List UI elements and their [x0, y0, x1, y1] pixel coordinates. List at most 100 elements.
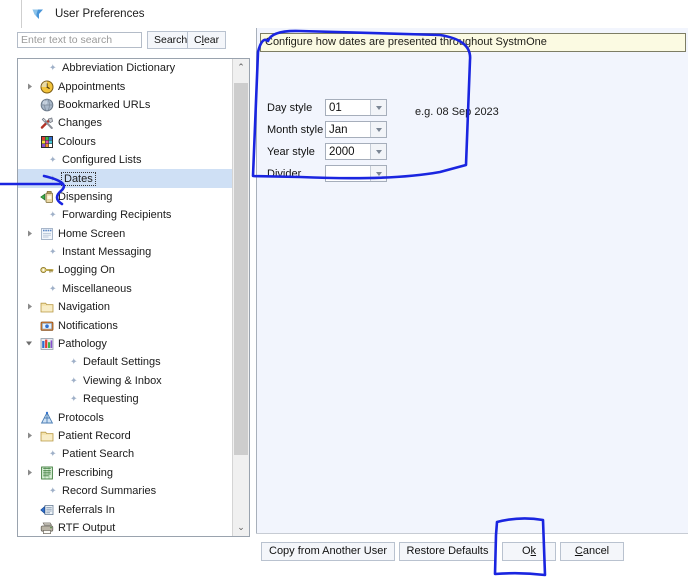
search-input[interactable] [17, 32, 142, 48]
field-label: Month style [267, 123, 324, 136]
tree-item-label: Dispensing [58, 190, 113, 203]
combo-value: Jan [329, 123, 348, 136]
field-label: Divider [267, 167, 302, 180]
chevron-down-icon[interactable] [370, 122, 386, 137]
bullet-icon: ✦ [70, 356, 78, 367]
tree-item-default-settings[interactable]: ✦ Default Settings [18, 353, 233, 371]
preferences-tree[interactable]: ✦ Abbreviation Dictionary Appointments Book… [18, 59, 233, 536]
field-label: Day style [267, 101, 313, 114]
tree-item-label: Protocols [58, 411, 104, 424]
scroll-up-icon[interactable]: ⌃ [233, 59, 249, 76]
expander-closed-icon[interactable] [26, 229, 35, 238]
tree-item-colours[interactable]: Colours [18, 133, 233, 151]
combo-value: 01 [329, 101, 342, 114]
tree-item-viewing-inbox[interactable]: ✦ Viewing & Inbox [18, 372, 233, 390]
tree-item-label: Home Screen [58, 227, 126, 240]
ok-button[interactable]: Ok [502, 542, 556, 561]
tree-item-label: Forwarding Recipients [62, 209, 172, 222]
bullet-icon: ✦ [49, 154, 57, 165]
expander-closed-icon[interactable] [26, 82, 35, 91]
tree-item-abbreviation-dictionary[interactable]: ✦ Abbreviation Dictionary [18, 59, 233, 77]
tree-item-label: Miscellaneous [62, 282, 132, 295]
tree-item-dates[interactable]: ✦ Dates [18, 169, 233, 188]
tree-item-pathology[interactable]: Pathology [18, 335, 233, 353]
chevron-down-icon[interactable] [370, 100, 386, 115]
tree-item-patient-record[interactable]: Patient Record [18, 427, 233, 445]
tree-item-label: Notifications [58, 319, 118, 332]
tree-item-prescribing[interactable]: Prescribing [18, 464, 233, 482]
printer-icon [40, 521, 54, 535]
bullet-icon: ✦ [49, 173, 57, 184]
tree-item-changes[interactable]: Changes [18, 114, 233, 132]
tree-item-label: Default Settings [83, 356, 161, 369]
copy-from-another-user-button[interactable]: Copy from Another User [261, 542, 395, 561]
combo-month-style[interactable]: Jan [325, 121, 387, 138]
funnel-icon [30, 6, 46, 22]
tree-item-referrals-in[interactable]: Referrals In [18, 500, 233, 518]
tree-item-home-screen[interactable]: Home Screen [18, 225, 233, 243]
tree-item-rtf-output[interactable]: RTF Output [18, 519, 233, 536]
title-divider [21, 0, 22, 28]
bullet-icon: ✦ [49, 448, 57, 459]
tree-scrollbar[interactable]: ⌃ ⌄ [232, 59, 249, 536]
combo-divider[interactable] [325, 165, 387, 182]
chevron-down-icon[interactable] [370, 144, 386, 159]
tree-item-dispensing[interactable]: Dispensing [18, 188, 233, 206]
tree-item-label: Dates [61, 171, 96, 186]
scroll-down-icon[interactable]: ⌄ [233, 519, 249, 536]
combo-year-style[interactable]: 2000 [325, 143, 387, 160]
date-example-text: e.g. 08 Sep 2023 [415, 106, 499, 118]
tree-item-instant-messaging[interactable]: ✦ Instant Messaging [18, 243, 233, 261]
clock-icon [40, 80, 54, 94]
tree-item-appointments[interactable]: Appointments [18, 77, 233, 95]
clear-button[interactable]: Clear [187, 31, 227, 49]
window-title: User Preferences [55, 8, 145, 20]
tree-item-label: Referrals In [58, 503, 115, 516]
tree-item-record-summaries[interactable]: ✦ Record Summaries [18, 482, 233, 500]
tree-item-navigation[interactable]: Navigation [18, 298, 233, 316]
tree-item-forwarding-recipients[interactable]: ✦ Forwarding Recipients [18, 206, 233, 224]
folder-icon [40, 429, 54, 443]
tree-item-protocols[interactable]: Protocols [18, 408, 233, 426]
tree-item-miscellaneous[interactable]: ✦ Miscellaneous [18, 280, 233, 298]
notification-icon [40, 319, 54, 333]
tools-icon [40, 116, 54, 130]
tree-item-label: Logging On [58, 264, 115, 277]
protocols-icon [40, 411, 54, 425]
field-row: Month style Jan [267, 120, 387, 139]
tree-item-configured-lists[interactable]: ✦ Configured Lists [18, 151, 233, 169]
chevron-down-icon[interactable] [370, 166, 386, 181]
window-bottom-chrome [0, 543, 256, 577]
tree-item-bookmarked-urls[interactable]: Bookmarked URLs [18, 96, 233, 114]
tree-item-notifications[interactable]: Notifications [18, 316, 233, 334]
key-icon [40, 263, 54, 277]
cancel-button[interactable]: Cancel [560, 542, 624, 561]
expander-closed-icon[interactable] [26, 468, 35, 477]
tree-item-label: Configured Lists [62, 154, 142, 167]
bullet-icon: ✦ [49, 283, 57, 294]
referrals-icon [40, 503, 54, 517]
combo-day-style[interactable]: 01 [325, 99, 387, 116]
tree-item-label: Appointments [58, 80, 126, 93]
scrollbar-thumb[interactable] [234, 83, 248, 455]
tree-item-label: Viewing & Inbox [83, 374, 162, 387]
tree-item-patient-search[interactable]: ✦ Patient Search [18, 445, 233, 463]
expander-closed-icon[interactable] [26, 432, 35, 441]
home-screen-icon [40, 227, 54, 241]
expander-closed-icon[interactable] [26, 303, 35, 312]
bullet-icon: ✦ [70, 375, 78, 386]
tree-item-requesting[interactable]: ✦ Requesting [18, 390, 233, 408]
expander-open-icon[interactable] [26, 340, 35, 349]
bullet-icon: ✦ [49, 485, 57, 496]
tree-item-logging-on[interactable]: Logging On [18, 261, 233, 279]
tree-item-label: Instant Messaging [62, 246, 152, 259]
dialog-button-bar: Copy from Another User Restore Defaults … [256, 533, 688, 568]
restore-defaults-button[interactable]: Restore Defaults [399, 542, 496, 561]
panel-banner: Configure how dates are presented throug… [260, 33, 686, 52]
prescribing-icon [40, 466, 54, 480]
tree-item-label: Abbreviation Dictionary [62, 62, 176, 75]
combo-value: 2000 [329, 145, 355, 158]
tree-item-label: Navigation [58, 301, 110, 314]
tree-item-label: Colours [58, 135, 96, 148]
bullet-icon: ✦ [49, 246, 57, 257]
